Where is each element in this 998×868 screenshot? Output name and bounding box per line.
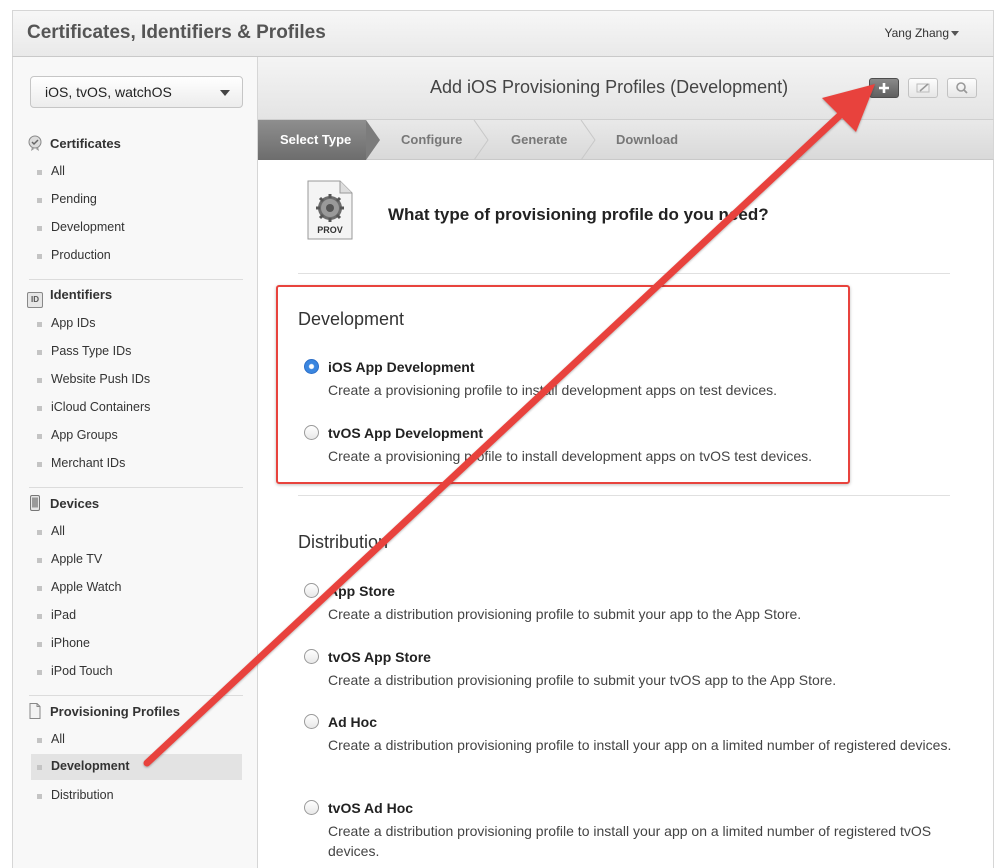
radio-ios-app-development[interactable] [304,359,319,374]
divider [298,495,950,496]
certificate-icon [28,135,42,151]
chevron-down-icon [220,90,230,96]
sidebar-item-iphone[interactable]: iPhone [37,636,90,650]
sidebar-item-icloud-containers[interactable]: iCloud Containers [36,400,150,414]
chevron-right-icon [580,120,596,160]
step-generate: Generate [511,132,568,147]
divider [29,279,243,280]
option-description: Create a distribution provisioning profi… [328,823,932,859]
option-label[interactable]: tvOS Ad Hoc [328,800,413,816]
sidebar-section-devices[interactable]: Devices [27,495,99,515]
option-description: Create a distribution provisioning profi… [328,606,802,622]
radio-tvos-ad-hoc[interactable] [304,800,319,815]
pencil-icon [916,83,930,93]
platform-select[interactable]: iOS, tvOS, watchOS [30,76,243,108]
step-active-arrow [366,120,380,160]
divider [29,695,243,696]
user-menu[interactable]: Yang Zhang [885,26,950,40]
sidebar-item-certificates-pending[interactable]: Pending [37,192,97,206]
sidebar-item-apple-tv[interactable]: Apple TV [36,552,102,566]
provisioning-profile-icon: PROV [306,180,354,240]
sidebar-item-certificates-development[interactable]: Development [37,220,125,234]
option-description: Create a provisioning profile to install… [328,448,813,464]
search-icon [956,82,968,94]
sidebar-item-merchant-ids[interactable]: Merchant IDs [36,456,125,470]
sidebar-item-app-ids[interactable]: App IDs [36,316,95,330]
sidebar-item-apple-watch[interactable]: Apple Watch [36,580,121,594]
top-header: Certificates, Identifiers & Profiles Yan… [12,10,994,57]
radio-tvos-app-development[interactable] [304,425,319,440]
page-title: Add iOS Provisioning Profiles (Developme… [430,77,789,97]
sidebar-item-certificates-all[interactable]: All [37,164,65,178]
sidebar-item-app-groups[interactable]: App Groups [37,428,118,442]
step-download: Download [616,132,679,147]
site-title: Certificates, Identifiers & Profiles [27,22,326,43]
search-button[interactable] [947,78,977,98]
radio-ad-hoc[interactable] [304,714,319,729]
divider [29,487,243,488]
option-label[interactable]: tvOS App Development [328,425,483,441]
chevron-right-icon [473,120,489,160]
id-badge-icon: ID [27,292,43,308]
prov-label: PROV [317,225,343,235]
sidebar-section-provisioning-profiles[interactable]: Provisioning Profiles [27,703,180,723]
divider [298,273,950,274]
sidebar-item-devices-all[interactable]: All [37,524,65,538]
plus-icon [879,83,889,93]
step-bar: Select Type Configure Generate Download [258,120,994,160]
sidebar-item-ipod-touch[interactable]: iPod Touch [37,664,113,678]
edit-button[interactable] [908,78,938,98]
option-label[interactable]: App Store [328,583,395,599]
device-icon [30,495,40,511]
option-description: Create a distribution provisioning profi… [328,737,952,753]
platform-select-value: iOS, tvOS, watchOS [45,84,172,100]
group-title-development: Development [298,309,405,329]
sidebar-item-profiles-all[interactable]: All [37,732,65,746]
step-configure: Configure [401,132,463,147]
document-icon [29,703,41,719]
option-label[interactable]: iOS App Development [328,359,475,375]
sidebar-section-identifiers[interactable]: ID Identifiers [27,287,112,308]
sidebar-item-profiles-development[interactable]: Development [31,754,242,780]
question-heading: What type of provisioning profile do you… [388,205,769,224]
sidebar-item-pass-type-ids[interactable]: Pass Type IDs [36,344,131,358]
group-title-distribution: Distribution [298,532,389,552]
sidebar-item-profiles-distribution[interactable]: Distribution [37,788,114,802]
step-select-type: Select Type [280,132,352,147]
radio-app-store[interactable] [304,583,319,598]
option-label[interactable]: tvOS App Store [328,649,431,665]
option-description: Create a distribution provisioning profi… [328,672,837,688]
sidebar-section-certificates[interactable]: Certificates [27,135,121,155]
radio-tvos-app-store[interactable] [304,649,319,664]
option-description: Create a provisioning profile to install… [328,382,778,398]
sidebar-item-website-push-ids[interactable]: Website Push IDs [36,372,150,386]
sidebar-item-ipad[interactable]: iPad [36,608,76,622]
option-label[interactable]: Ad Hoc [328,714,377,730]
chevron-down-icon[interactable] [951,31,959,36]
sidebar-item-certificates-production[interactable]: Production [37,248,111,262]
add-button[interactable] [869,78,899,98]
main-content: PROV What type of provisioning profile d… [258,160,994,868]
sidebar: iOS, tvOS, watchOS Certificates All Pend… [12,57,258,868]
content-header: Add iOS Provisioning Profiles (Developme… [258,57,994,120]
